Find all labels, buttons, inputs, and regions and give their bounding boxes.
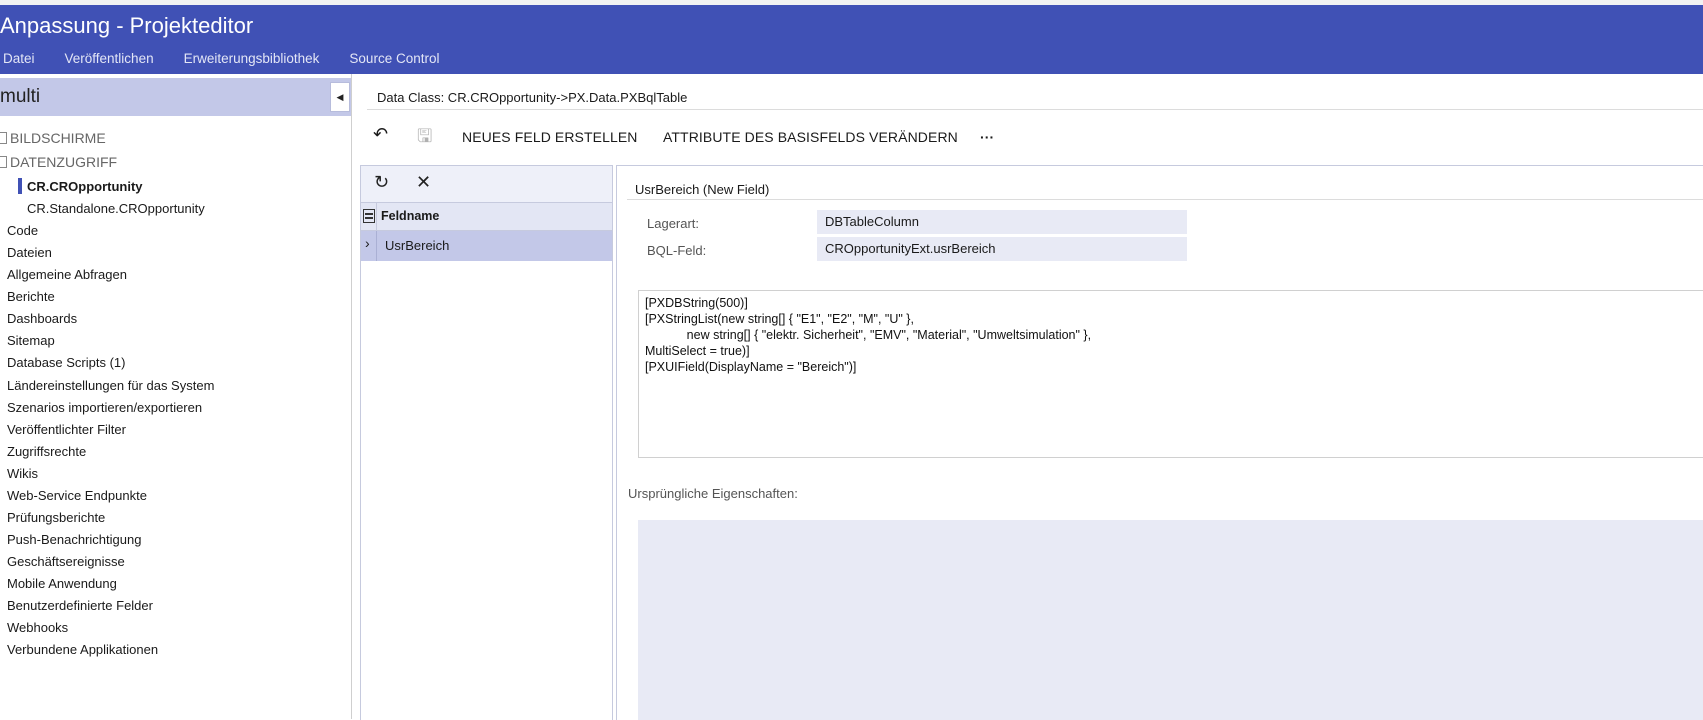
tree-item-laendereinstellungen[interactable]: Ländereinstellungen für das System xyxy=(7,378,214,393)
divider xyxy=(627,199,1703,200)
tree-item-pruefungsberichte[interactable]: Prüfungsberichte xyxy=(7,510,105,525)
column-chooser-icon[interactable] xyxy=(363,209,375,223)
field-list-toolbar: ↻ ✕ xyxy=(361,166,612,202)
undo-icon[interactable]: ↶ xyxy=(373,124,388,145)
project-tree-panel: multi ◀ BILDSCHIRME DATENZUGRIFF CR.CROp… xyxy=(0,74,352,719)
menu-item-veroeffentlichen[interactable]: Veröffentlichen xyxy=(65,51,154,66)
caret-left-icon: ◀ xyxy=(336,91,344,102)
tree-item-mobile-anwendung[interactable]: Mobile Anwendung xyxy=(7,576,117,591)
tree-item-verbundene-applikationen[interactable]: Verbundene Applikationen xyxy=(7,642,158,657)
field-detail-panel: UsrBereich (New Field) Lagerart: DBTable… xyxy=(616,165,1703,720)
field-name-cell: UsrBereich xyxy=(376,231,449,261)
storage-type-label: Lagerart: xyxy=(647,216,700,231)
tree-item-dateien[interactable]: Dateien xyxy=(7,245,52,260)
tree-item-allgemeine-abfragen[interactable]: Allgemeine Abfragen xyxy=(7,267,127,282)
attributes-code-editor[interactable]: [PXDBString(500)] [PXStringList(new stri… xyxy=(638,290,1703,458)
menu-item-datei[interactable]: Datei xyxy=(3,51,35,66)
app-header: Anpassung - Projekteditor Datei Veröffen… xyxy=(0,5,1703,74)
field-list-header: Feldname xyxy=(361,202,612,231)
tree-group-label: BILDSCHIRME xyxy=(10,130,106,146)
tree-item-geschaeftsereignisse[interactable]: Geschäftsereignisse xyxy=(7,554,125,569)
expand-icon xyxy=(0,132,7,144)
original-properties-box xyxy=(638,520,1703,720)
new-field-button[interactable]: NEUES FELD ERSTELLEN xyxy=(462,129,638,145)
field-detail-title: UsrBereich (New Field) xyxy=(635,182,770,197)
bql-field-value: CROpportunityExt.usrBereich xyxy=(817,237,1187,261)
collapse-panel-button[interactable]: ◀ xyxy=(330,82,350,112)
tree-item-szenarios[interactable]: Szenarios importieren/exportieren xyxy=(7,400,202,415)
table-row[interactable]: › UsrBereich xyxy=(361,231,612,261)
tree-item-cr-standalone-cropportunity[interactable]: CR.Standalone.CROpportunity xyxy=(27,201,205,216)
tree-item-berichte[interactable]: Berichte xyxy=(7,289,55,304)
save-icon[interactable]: 🖫 xyxy=(417,124,432,154)
column-header-feldname[interactable]: Feldname xyxy=(376,203,439,230)
close-icon[interactable]: ✕ xyxy=(416,172,431,193)
selection-marker xyxy=(18,178,22,194)
tree-group-bildschirme[interactable]: BILDSCHIRME xyxy=(0,130,106,146)
change-base-attributes-button[interactable]: ATTRIBUTE DES BASISFELDS VERÄNDERN xyxy=(663,129,958,145)
app-title: Anpassung - Projekteditor xyxy=(0,13,254,38)
project-header: multi ◀ xyxy=(0,78,351,116)
expand-icon xyxy=(0,156,7,168)
storage-type-value: DBTableColumn xyxy=(817,210,1187,234)
tree-group-datenzugriff[interactable]: DATENZUGRIFF xyxy=(0,154,117,170)
tree-group-label: DATENZUGRIFF xyxy=(10,154,118,170)
tree-item-zugriffsrechte[interactable]: Zugriffsrechte xyxy=(7,444,86,459)
project-name: multi xyxy=(0,86,41,107)
tree-item-wikis[interactable]: Wikis xyxy=(7,466,38,481)
tree-item-benutzerdefinierte-felder[interactable]: Benutzerdefinierte Felder xyxy=(7,598,153,613)
main-menu: Datei Veröffentlichen Erweiterungsbiblio… xyxy=(3,51,469,66)
tree-item-sitemap[interactable]: Sitemap xyxy=(7,333,55,348)
menu-item-erweiterungsbibliothek[interactable]: Erweiterungsbibliothek xyxy=(184,51,320,66)
original-properties-label: Ursprüngliche Eigenschaften: xyxy=(628,486,798,501)
divider xyxy=(367,109,1703,110)
chevron-right-icon: › xyxy=(365,235,370,251)
data-class-title: Data Class: CR.CROpportunity->PX.Data.PX… xyxy=(377,90,688,105)
tree-item-dashboards[interactable]: Dashboards xyxy=(7,311,77,326)
more-actions-button[interactable]: ··· xyxy=(980,129,994,145)
tree-item-webhooks[interactable]: Webhooks xyxy=(7,620,68,635)
bql-field-label: BQL-Feld: xyxy=(647,243,707,258)
menu-item-source-control[interactable]: Source Control xyxy=(349,51,439,66)
tree-item-database-scripts[interactable]: Database Scripts (1) xyxy=(7,355,126,370)
tree-item-web-service-endpunkte[interactable]: Web-Service Endpunkte xyxy=(7,488,147,503)
tree-item-cr-cropportunity[interactable]: CR.CROpportunity xyxy=(27,179,143,194)
field-list-panel: ↻ ✕ Feldname › UsrBereich xyxy=(360,165,613,720)
tree-item-code[interactable]: Code xyxy=(7,223,38,238)
tree-item-veroeffentlichter-filter[interactable]: Veröffentlichter Filter xyxy=(7,422,126,437)
refresh-icon[interactable]: ↻ xyxy=(374,172,389,193)
tree-item-push-benachrichtigung[interactable]: Push-Benachrichtigung xyxy=(7,532,141,547)
